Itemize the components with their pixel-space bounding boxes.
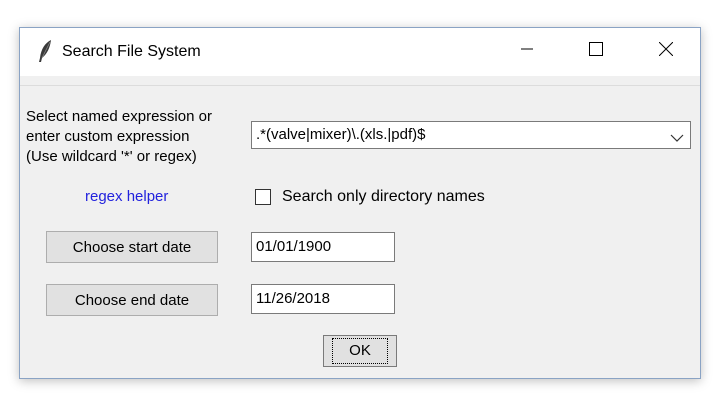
title-bar[interactable]: Search File System <box>20 28 700 76</box>
ok-label: OK <box>332 338 388 364</box>
search-dialog-window: Search File System Select named expressi… <box>19 27 701 379</box>
choose-start-date-button[interactable]: Choose start date <box>46 231 218 263</box>
chevron-down-icon[interactable] <box>670 130 684 142</box>
maximize-icon <box>589 41 603 61</box>
window-title: Search File System <box>62 43 201 60</box>
close-icon <box>658 41 674 61</box>
start-date-field[interactable]: 01/01/1900 <box>251 232 395 262</box>
regex-helper-link[interactable]: regex helper <box>85 187 168 207</box>
end-date-field[interactable]: 11/26/2018 <box>251 284 395 314</box>
choose-end-date-button[interactable]: Choose end date <box>46 284 218 316</box>
expression-combobox[interactable]: .*(valve|mixer)\.(xls.|pdf)$ <box>251 121 691 149</box>
ok-button[interactable]: OK <box>323 335 397 367</box>
expression-label-line-2: enter custom expression <box>26 128 190 145</box>
maximize-button[interactable] <box>573 28 619 74</box>
dirs-only-label[interactable]: Search only directory names <box>282 187 485 207</box>
expression-label-line-3: (Use wildcard '*' or regex) <box>26 148 197 165</box>
expression-label: Select named expression or enter custom … <box>26 107 212 167</box>
minimize-button[interactable] <box>504 28 550 74</box>
separator <box>20 76 700 86</box>
expression-value: .*(valve|mixer)\.(xls.|pdf)$ <box>256 126 426 143</box>
close-button[interactable] <box>643 28 689 74</box>
expression-label-line-1: Select named expression or <box>26 108 212 125</box>
minimize-icon <box>521 42 533 60</box>
dirs-only-checkbox[interactable] <box>255 189 271 205</box>
feather-icon <box>36 39 56 63</box>
